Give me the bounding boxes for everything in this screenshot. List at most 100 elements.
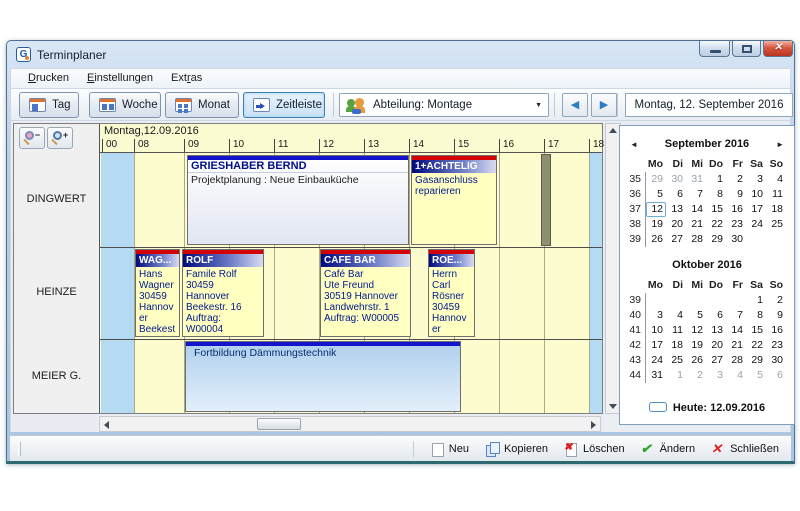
close-window-button[interactable]: ✕	[763, 41, 793, 57]
today-row[interactable]: Heute: 12.09.2016	[620, 402, 794, 414]
calendar-day[interactable]: 30	[666, 172, 686, 187]
calendar-day[interactable]: 3	[646, 308, 666, 323]
scroll-left-icon[interactable]	[104, 421, 109, 429]
calendar-day[interactable]: 19	[686, 338, 706, 353]
calendar-day[interactable]: 24	[646, 353, 666, 368]
calendar-day[interactable]: 4	[666, 308, 686, 323]
calendar-day[interactable]: 31	[686, 172, 706, 187]
appointment[interactable]: ROE...Herrn Carl Rösner 30459 Hannov er	[428, 249, 475, 337]
calendar-day[interactable]: 2	[766, 293, 786, 308]
calendar-day[interactable]: 20	[666, 217, 686, 232]
calendar-day[interactable]: 26	[646, 232, 666, 247]
calendar-day[interactable]: 2	[686, 368, 706, 383]
menu-item-einstellungen[interactable]: Einstellungen	[78, 69, 162, 88]
calendar-day[interactable]: 10	[646, 323, 666, 338]
time-marker[interactable]	[541, 154, 551, 246]
view-button-zeitleiste[interactable]: Zeitleiste	[243, 92, 325, 118]
calendar-day[interactable]: 9	[766, 308, 786, 323]
calendar-day[interactable]: 15	[746, 323, 766, 338]
calendar-day[interactable]: 7	[686, 187, 706, 202]
appointment[interactable]: GRIESHABER BERNDProjektplanung : Neue Ei…	[187, 155, 409, 245]
calendar-day[interactable]: 12	[686, 323, 706, 338]
calendar-day[interactable]: 5	[646, 187, 666, 202]
calendar-day[interactable]: 5	[746, 368, 766, 383]
menu-item-extras[interactable]: Extras	[162, 69, 211, 88]
calendar-day[interactable]: 6	[706, 308, 726, 323]
calendar-day[interactable]: 5	[686, 308, 706, 323]
calendar-day[interactable]: 4	[766, 172, 786, 187]
appointment[interactable]: CAFE BARCafé Bar Ute Freund 30519 Hannov…	[320, 249, 411, 337]
zoom-out-button[interactable]: −	[19, 127, 45, 149]
calendar-day[interactable]: 11	[766, 187, 786, 202]
calendar-day[interactable]: 25	[766, 217, 786, 232]
calendar-day[interactable]: 13	[706, 323, 726, 338]
calendar-day[interactable]: 28	[686, 232, 706, 247]
appointment[interactable]: ROLFFamile Rolf 30459 Hannover Beekestr.…	[182, 249, 264, 337]
maximize-button[interactable]	[732, 41, 761, 57]
scrollbar-thumb[interactable]	[257, 418, 301, 430]
calendar-day[interactable]: 7	[726, 308, 746, 323]
calendar-day[interactable]: 4	[726, 368, 746, 383]
close-button[interactable]: Schließen	[711, 442, 779, 456]
appointment[interactable]: Fortbildung Dämmungstechnik	[185, 341, 461, 412]
view-button-tag[interactable]: Tag	[19, 92, 79, 118]
view-button-woche[interactable]: Woche	[89, 92, 161, 118]
calendar-day[interactable]: 17	[746, 202, 766, 217]
calendar-next-icon[interactable]: ►	[776, 140, 784, 149]
calendar-day[interactable]: 8	[706, 187, 726, 202]
calendar-day[interactable]: 29	[746, 353, 766, 368]
calendar-day[interactable]: 17	[646, 338, 666, 353]
calendar-day[interactable]: 1	[706, 172, 726, 187]
calendar-prev-icon[interactable]: ◄	[630, 140, 638, 149]
department-dropdown[interactable]: Abteilung: Montage ▼	[339, 93, 549, 117]
calendar-day[interactable]: 14	[686, 202, 706, 217]
title-bar[interactable]: G Terminplaner ✕	[7, 41, 794, 68]
calendar-day[interactable]: 25	[666, 353, 686, 368]
calendar-day[interactable]: 22	[706, 217, 726, 232]
calendar-day[interactable]: 29	[706, 232, 726, 247]
new-button[interactable]: Neu	[430, 442, 469, 456]
calendar-day[interactable]: 9	[726, 187, 746, 202]
calendar-day[interactable]: 27	[666, 232, 686, 247]
view-button-monat[interactable]: Monat	[165, 92, 239, 118]
minimize-button[interactable]	[699, 41, 730, 57]
calendar-day[interactable]: 21	[726, 338, 746, 353]
scroll-up-icon[interactable]	[609, 128, 617, 133]
calendar-day[interactable]: 19	[646, 217, 666, 232]
change-button[interactable]: Ändern	[641, 442, 695, 456]
calendar-day[interactable]: 29	[646, 172, 666, 187]
calendar-day[interactable]: 18	[666, 338, 686, 353]
calendar-day[interactable]: 18	[766, 202, 786, 217]
calendar-day[interactable]: 13	[666, 202, 686, 217]
calendar-day[interactable]: 12	[646, 202, 666, 217]
calendar-day[interactable]: 24	[746, 217, 766, 232]
calendar-day[interactable]: 30	[726, 232, 746, 247]
calendar-day[interactable]: 3	[706, 368, 726, 383]
copy-button[interactable]: Kopieren	[485, 442, 548, 456]
calendar-day[interactable]: 11	[666, 323, 686, 338]
calendar-day[interactable]: 26	[686, 353, 706, 368]
delete-button[interactable]: Löschen	[564, 442, 625, 456]
calendar-day[interactable]: 1	[666, 368, 686, 383]
appointment[interactable]: WAG...Hans Wagner 30459 Hannover Beekest…	[135, 249, 180, 337]
calendar-day[interactable]: 20	[706, 338, 726, 353]
scroll-right-icon[interactable]	[591, 421, 596, 429]
calendar-day[interactable]: 23	[726, 217, 746, 232]
calendar-day[interactable]: 28	[726, 353, 746, 368]
calendar-day[interactable]: 15	[706, 202, 726, 217]
calendar-day[interactable]: 31	[646, 368, 666, 383]
horizontal-scrollbar[interactable]	[99, 416, 601, 432]
appointment[interactable]: 1+ACHTELIGGasanschluss reparieren	[411, 155, 497, 245]
calendar-day[interactable]: 3	[746, 172, 766, 187]
schedule-grid[interactable]: GRIESHABER BERNDProjektplanung : Neue Ei…	[100, 153, 602, 413]
calendar-day[interactable]: 30	[766, 353, 786, 368]
previous-day-button[interactable]: ◀	[562, 93, 588, 117]
calendar-day[interactable]: 6	[666, 187, 686, 202]
zoom-in-button[interactable]: +	[47, 127, 73, 149]
calendar-day[interactable]: 21	[686, 217, 706, 232]
scroll-down-icon[interactable]	[609, 404, 617, 409]
menu-item-drucken[interactable]: Drucken	[19, 69, 78, 88]
calendar-day[interactable]: 8	[746, 308, 766, 323]
calendar-day[interactable]: 1	[746, 293, 766, 308]
calendar-day[interactable]: 27	[706, 353, 726, 368]
